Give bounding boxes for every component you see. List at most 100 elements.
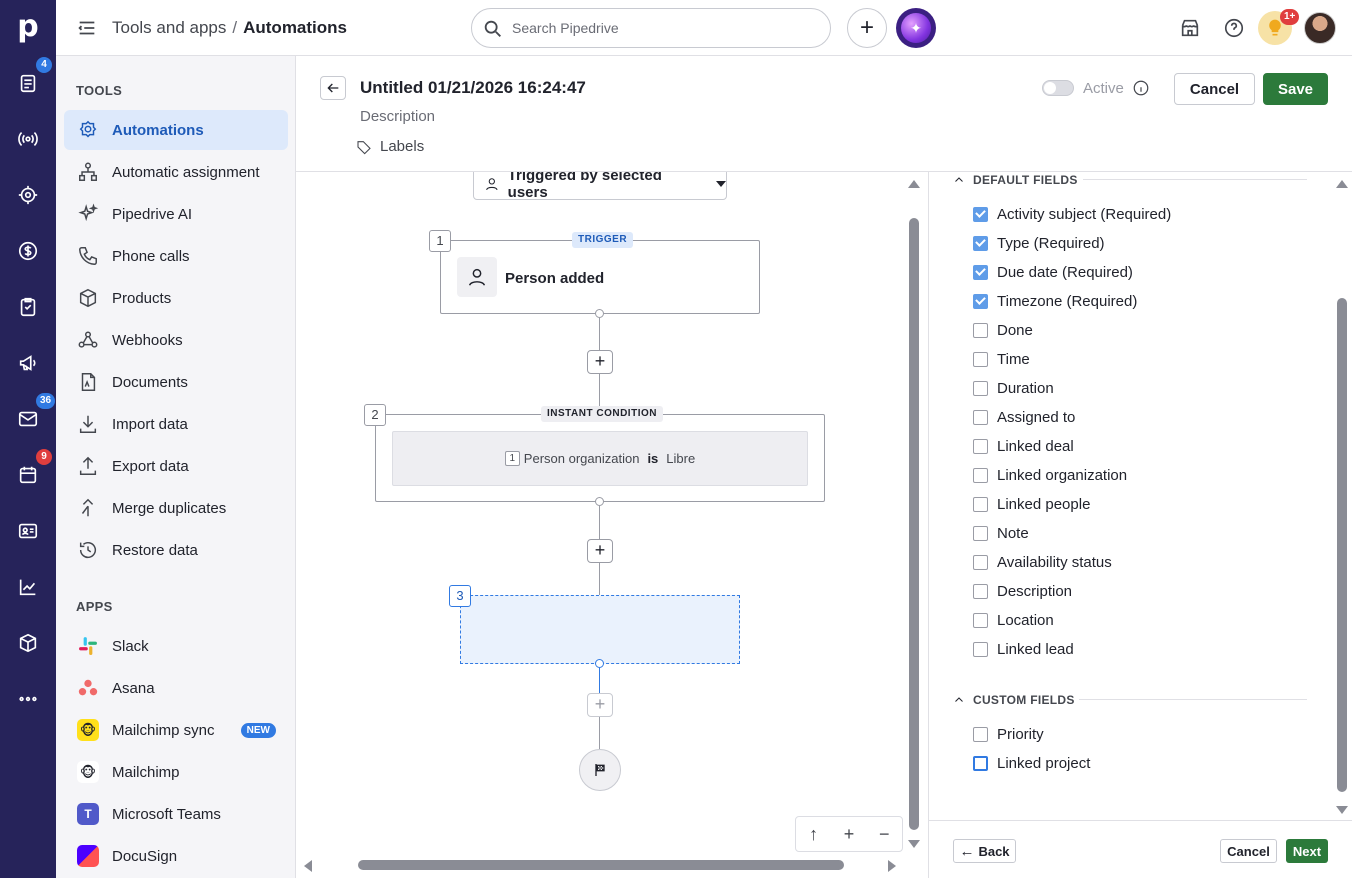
field-checkbox-row[interactable]: Duration — [973, 377, 1054, 399]
broadcast-icon[interactable] — [14, 125, 42, 153]
scroll-down-arrow[interactable] — [908, 840, 920, 848]
panel-cancel-button[interactable]: Cancel — [1220, 839, 1277, 863]
sidebar-item-microsoft-teams[interactable]: T Microsoft Teams — [64, 794, 288, 834]
more-icon[interactable] — [14, 685, 42, 713]
quick-add-button[interactable]: + — [847, 8, 887, 48]
default-fields-toggle[interactable]: DEFAULT FIELDS — [953, 173, 1078, 187]
checkbox[interactable] — [973, 554, 988, 570]
field-checkbox-row[interactable]: Linked lead — [973, 638, 1074, 660]
field-checkbox-row[interactable]: Availability status — [973, 551, 1112, 573]
field-checkbox-row[interactable]: Linked people — [973, 493, 1090, 515]
pipedrive-logo[interactable]: p — [14, 10, 42, 44]
target-icon[interactable] — [14, 181, 42, 209]
save-button[interactable]: Save — [1263, 73, 1328, 105]
trigger-step-card[interactable]: Person added — [440, 240, 760, 314]
new-action-placeholder[interactable] — [460, 595, 740, 664]
cancel-button[interactable]: Cancel — [1174, 73, 1255, 105]
tasks-icon[interactable] — [14, 293, 42, 321]
field-checkbox-row[interactable]: Linked organization — [973, 464, 1127, 486]
leads-icon[interactable] — [14, 69, 42, 97]
calendar-icon[interactable] — [14, 461, 42, 489]
add-step-button[interactable]: + — [587, 539, 613, 563]
checkbox[interactable] — [973, 235, 988, 251]
checkbox[interactable] — [973, 409, 988, 425]
sidebar-item-products[interactable]: Products — [64, 278, 288, 318]
zoom-out-button[interactable]: − — [872, 824, 896, 845]
checkbox[interactable] — [973, 467, 988, 483]
checkbox[interactable] — [973, 612, 988, 628]
vertical-scrollbar[interactable] — [909, 218, 919, 830]
zoom-in-button[interactable]: + — [837, 824, 861, 845]
checkbox[interactable] — [973, 380, 988, 396]
checkbox[interactable] — [973, 755, 988, 771]
field-checkbox-row[interactable]: Location — [973, 609, 1054, 631]
next-button[interactable]: Next — [1286, 839, 1328, 863]
sidebar-item-docusign[interactable]: DocuSign — [64, 836, 288, 876]
panel-vertical-scrollbar[interactable] — [1337, 298, 1347, 792]
panel-scroll-down-arrow[interactable] — [1336, 806, 1348, 814]
marketplace-icon[interactable] — [1177, 15, 1203, 41]
condition-rule[interactable]: 1 Person organization is Libre — [392, 431, 808, 486]
automation-title[interactable]: Untitled 01/21/2026 16:24:47 — [360, 78, 586, 98]
checkbox[interactable] — [973, 206, 988, 222]
sidebar-item-mailchimp[interactable]: 🐵 Mailchimp — [64, 752, 288, 792]
checkbox[interactable] — [973, 726, 988, 742]
checkbox[interactable] — [973, 641, 988, 657]
search-input[interactable] — [512, 17, 812, 39]
help-icon[interactable] — [1221, 15, 1247, 41]
field-checkbox-row[interactable]: Linked project — [973, 752, 1090, 774]
checkbox[interactable] — [973, 322, 988, 338]
dollar-icon[interactable] — [14, 237, 42, 265]
field-checkbox-row[interactable]: Linked deal — [973, 435, 1074, 457]
back-button[interactable] — [320, 76, 346, 100]
checkbox[interactable] — [973, 293, 988, 309]
sidebar-item-slack[interactable]: Slack — [64, 626, 288, 666]
back-step-button[interactable]: ← Back — [953, 839, 1016, 863]
field-checkbox-row[interactable]: Priority — [973, 723, 1044, 745]
custom-fields-toggle[interactable]: CUSTOM FIELDS — [953, 693, 1075, 707]
megaphone-icon[interactable] — [14, 349, 42, 377]
checkbox[interactable] — [973, 525, 988, 541]
field-checkbox-row[interactable]: Timezone (Required) — [973, 290, 1137, 312]
horizontal-scrollbar[interactable] — [358, 860, 844, 870]
checkbox[interactable] — [973, 496, 988, 512]
sidebar-item-import-data[interactable]: Import data — [64, 404, 288, 444]
info-icon[interactable] — [1132, 79, 1150, 97]
search-box[interactable] — [471, 8, 831, 48]
contacts-icon[interactable] — [14, 517, 42, 545]
sidebar-item-export-data[interactable]: Export data — [64, 446, 288, 486]
field-checkbox-row[interactable]: Due date (Required) — [973, 261, 1133, 283]
user-avatar[interactable] — [1304, 12, 1336, 44]
insights-icon[interactable] — [14, 573, 42, 601]
automation-description[interactable]: Description — [360, 108, 435, 125]
scroll-left-arrow[interactable] — [304, 860, 312, 872]
breadcrumb-parent[interactable]: Tools and apps — [112, 18, 226, 37]
field-checkbox-row[interactable]: Assigned to — [973, 406, 1075, 428]
mail-icon[interactable] — [14, 405, 42, 433]
sidebar-item-restore-data[interactable]: Restore data — [64, 530, 288, 570]
field-checkbox-row[interactable]: Time — [973, 348, 1030, 370]
trigger-selector-dropdown[interactable]: Triggered by selected users — [473, 172, 727, 201]
sidebar-item-automations[interactable]: Automations — [64, 110, 288, 150]
sidebar-item-pipedrive-ai[interactable]: Pipedrive AI — [64, 194, 288, 234]
sidebar-item-phone-calls[interactable]: Phone calls — [64, 236, 288, 276]
sidebar-item-documents[interactable]: Documents — [64, 362, 288, 402]
scroll-to-top-button[interactable]: ↑ — [802, 824, 826, 845]
add-step-button[interactable]: + — [587, 350, 613, 374]
scroll-right-arrow[interactable] — [888, 860, 896, 872]
field-checkbox-row[interactable]: Note — [973, 522, 1029, 544]
field-checkbox-row[interactable]: Done — [973, 319, 1033, 341]
products-icon[interactable] — [14, 629, 42, 657]
ai-assistant-button[interactable]: ✦ — [896, 8, 936, 48]
field-checkbox-row[interactable]: Type (Required) — [973, 232, 1105, 254]
active-toggle[interactable] — [1042, 80, 1074, 96]
field-checkbox-row[interactable]: Activity subject (Required) — [973, 203, 1171, 225]
scroll-up-arrow[interactable] — [908, 180, 920, 188]
field-checkbox-row[interactable]: Description — [973, 580, 1072, 602]
sidebar-item-asana[interactable]: Asana — [64, 668, 288, 708]
panel-scroll-up-arrow[interactable] — [1336, 180, 1348, 188]
sidebar-item-automatic-assignment[interactable]: Automatic assignment — [64, 152, 288, 192]
sidebar-item-mailchimp-sync[interactable]: 🐵 Mailchimp sync NEW — [64, 710, 288, 750]
checkbox[interactable] — [973, 351, 988, 367]
sidebar-item-merge-duplicates[interactable]: Merge duplicates — [64, 488, 288, 528]
